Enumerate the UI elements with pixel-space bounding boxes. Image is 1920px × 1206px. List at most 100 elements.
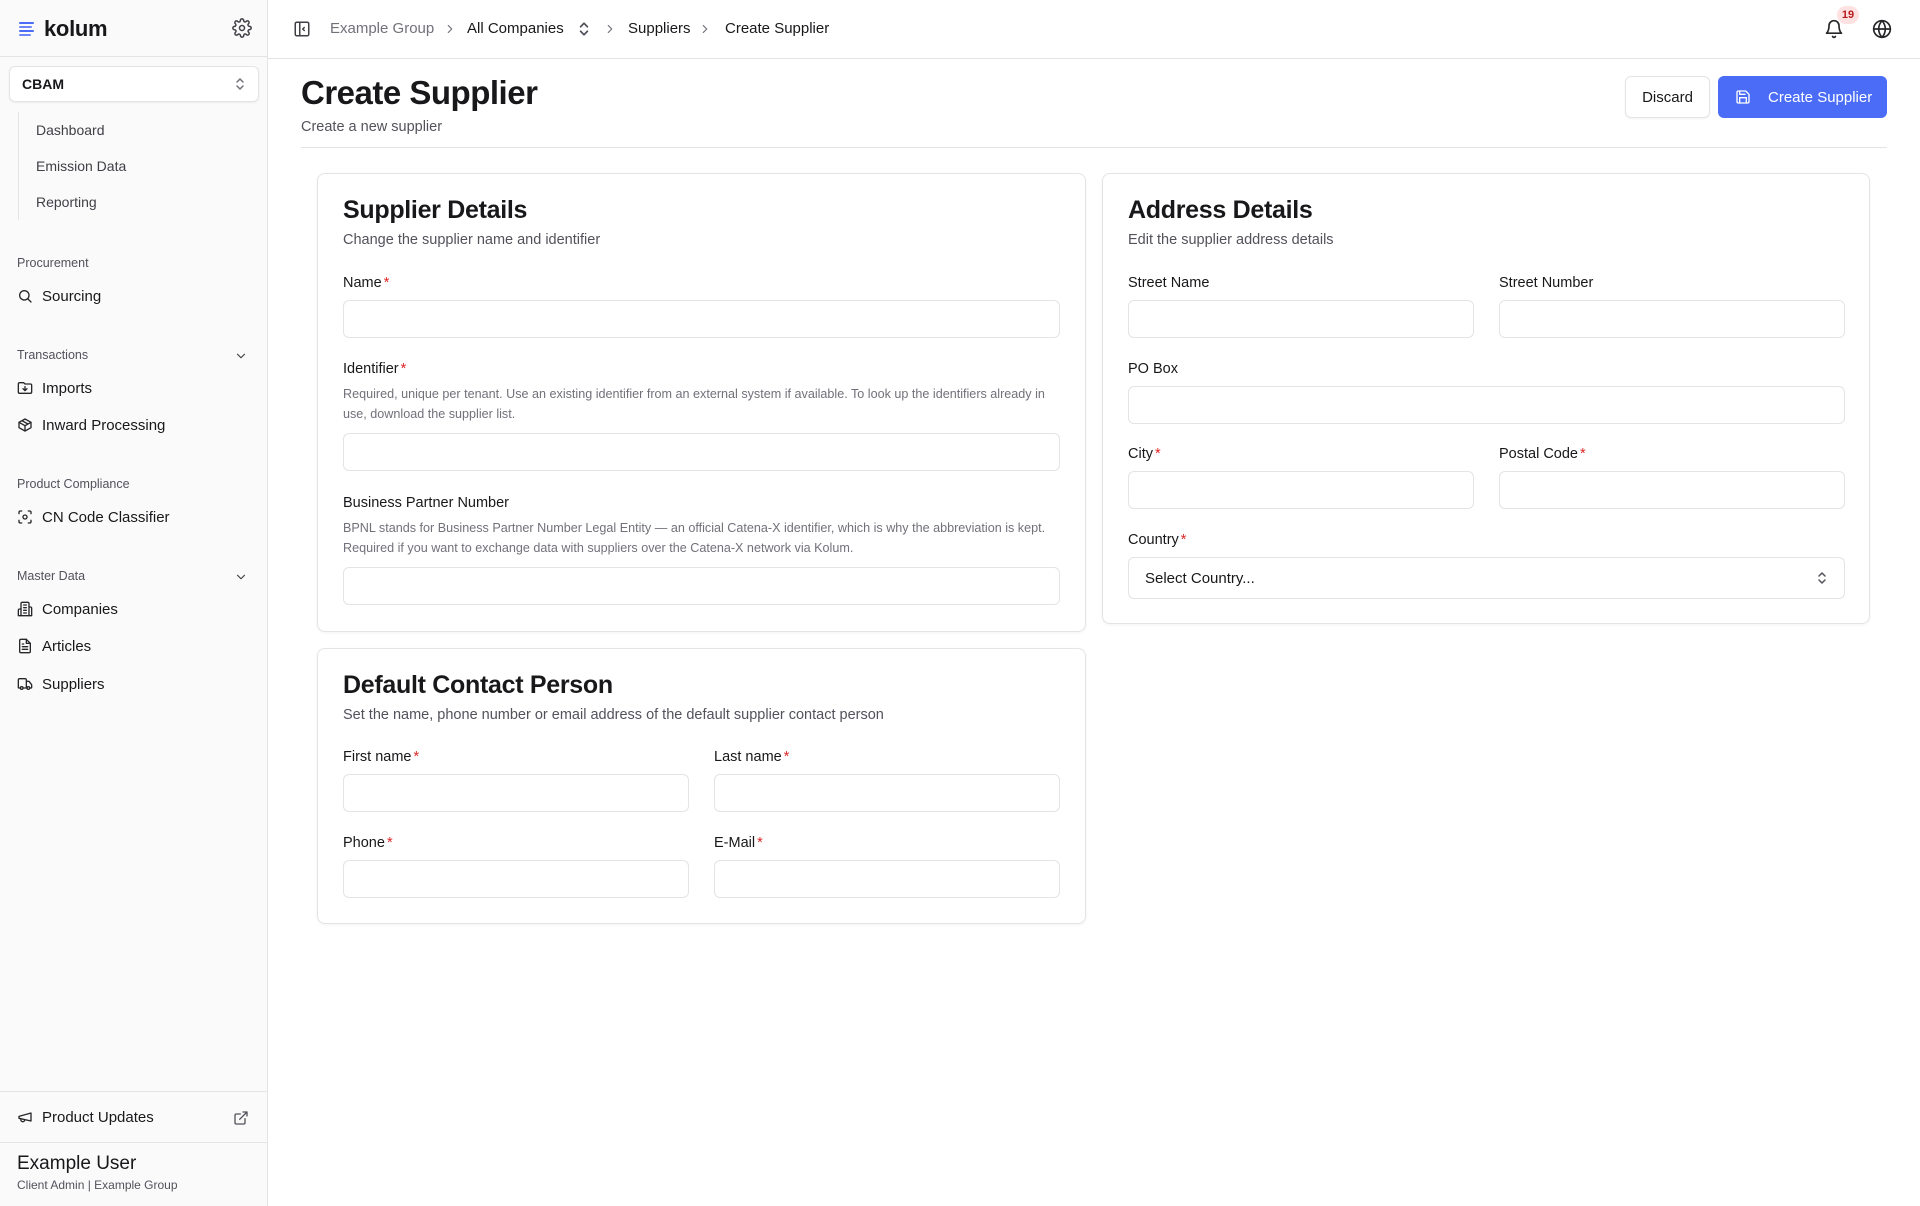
breadcrumb-example-group[interactable]: Example Group — [330, 20, 434, 38]
sidebar-item-imports[interactable]: Imports — [17, 374, 251, 402]
discard-button[interactable]: Discard — [1625, 76, 1710, 118]
sidebar-item-inward-processing[interactable]: Inward Processing — [17, 411, 251, 439]
required-asterisk: * — [1180, 532, 1187, 548]
sidebar-item-companies[interactable]: Companies — [17, 595, 251, 623]
external-link-icon[interactable] — [233, 1110, 249, 1126]
street-number-input[interactable] — [1499, 300, 1845, 338]
required-asterisk: * — [386, 835, 393, 851]
sidebar-item-product-updates[interactable]: Product Updates — [17, 1103, 251, 1131]
breadcrumb-suppliers[interactable]: Suppliers — [628, 20, 691, 38]
chevrons-up-down-icon[interactable] — [577, 21, 591, 37]
label-text: First name — [343, 749, 412, 765]
sidebar: kolum CBAM Dashboard Emission Data Repor… — [0, 0, 268, 1206]
gear-icon[interactable] — [232, 18, 252, 38]
country-select-value: Select Country... — [1145, 569, 1255, 587]
save-icon — [1736, 90, 1750, 104]
folder-import-icon — [17, 382, 33, 394]
po-box-input[interactable] — [1128, 386, 1845, 424]
globe-icon[interactable] — [1872, 19, 1892, 39]
card-title: Supplier Details — [343, 196, 528, 224]
page-subtitle: Create a new supplier — [301, 119, 443, 135]
subnav-item-emission-data[interactable]: Emission Data — [19, 148, 126, 184]
name-input[interactable] — [343, 300, 1060, 338]
street-name-input[interactable] — [1128, 300, 1474, 338]
scan-icon — [18, 510, 32, 524]
card-subtitle: Set the name, phone number or email addr… — [343, 707, 884, 723]
subnav-item-reporting[interactable]: Reporting — [19, 184, 126, 220]
country-select[interactable]: Select Country... — [1128, 557, 1845, 599]
supplier-details-card: Supplier Details Change the supplier nam… — [317, 173, 1086, 632]
last-name-input[interactable] — [714, 774, 1060, 812]
sidebar-item-label: CN Code Classifier — [42, 508, 170, 526]
required-asterisk: * — [1154, 446, 1161, 462]
postal-code-input[interactable] — [1499, 471, 1845, 509]
phone-label: Phone * — [343, 835, 393, 851]
breadcrumb-current-page: Create Supplier — [725, 20, 830, 37]
chevron-down-icon[interactable] — [234, 349, 248, 363]
email-label: E-Mail * — [714, 835, 763, 851]
required-asterisk: * — [1580, 446, 1586, 462]
brand-name: kolum — [44, 16, 108, 41]
file-text-icon — [19, 638, 31, 654]
bpn-label: Business Partner Number — [343, 495, 510, 511]
notification-badge: 19 — [1837, 6, 1859, 24]
sidebar-item-suppliers[interactable]: Suppliers — [17, 670, 251, 698]
group-label-transactions: Transactions — [17, 348, 89, 362]
identifier-help-text: Required, unique per tenant. Use an exis… — [343, 387, 1045, 421]
sidebar-toggle-icon[interactable] — [293, 20, 311, 38]
create-supplier-button[interactable]: Create Supplier — [1718, 76, 1887, 118]
chevron-down-icon[interactable] — [234, 570, 248, 584]
address-details-card: Address Details Edit the supplier addres… — [1102, 173, 1870, 624]
label-text: Phone — [343, 835, 385, 851]
last-name-label: Last name * — [714, 749, 789, 765]
city-label: City * — [1128, 446, 1161, 462]
group-label-master-data: Master Data — [17, 569, 86, 583]
chevron-right-icon — [702, 24, 708, 34]
group-label-procurement: Procurement — [17, 256, 89, 270]
brand-logo[interactable]: kolum — [18, 14, 108, 44]
create-supplier-label: Create Supplier — [1768, 88, 1873, 106]
header-divider — [301, 147, 1887, 148]
sidebar-item-cn-code-classifier[interactable]: CN Code Classifier — [17, 503, 251, 531]
chevron-right-icon — [607, 24, 613, 34]
city-input[interactable] — [1128, 471, 1474, 509]
page-title: Create Supplier — [301, 74, 538, 111]
label-text: Country — [1128, 532, 1179, 548]
label-text: City — [1128, 446, 1153, 462]
identifier-input[interactable] — [343, 433, 1060, 471]
required-asterisk: * — [757, 835, 763, 851]
required-asterisk: * — [383, 275, 390, 291]
group-label-product-compliance: Product Compliance — [17, 477, 130, 491]
card-title: Default Contact Person — [343, 671, 613, 699]
phone-input[interactable] — [343, 860, 689, 898]
sidebar-item-label: Articles — [42, 637, 92, 655]
postal-code-label: Postal Code * — [1499, 446, 1586, 462]
sidebar-item-label: Imports — [42, 379, 93, 397]
card-subtitle: Edit the supplier address details — [1128, 232, 1334, 248]
email-input[interactable] — [714, 860, 1060, 898]
sidebar-divider — [0, 1142, 267, 1143]
truck-icon — [17, 678, 33, 690]
label-text: E-Mail — [714, 835, 756, 851]
subnav-item-dashboard[interactable]: Dashboard — [19, 112, 126, 148]
breadcrumb-all-companies[interactable]: All Companies — [467, 20, 564, 38]
country-label: Country * — [1128, 532, 1186, 548]
po-box-label: PO Box — [1128, 361, 1178, 377]
module-switcher[interactable]: CBAM — [9, 66, 259, 102]
sidebar-item-label: Inward Processing — [42, 416, 166, 434]
sidebar-divider — [0, 1091, 267, 1092]
card-title: Address Details — [1128, 196, 1313, 224]
building-icon — [17, 601, 33, 617]
first-name-input[interactable] — [343, 774, 689, 812]
sidebar-item-articles[interactable]: Articles — [17, 632, 251, 660]
sidebar-divider — [0, 56, 267, 57]
topbar: Example Group All Companies Suppliers Cr… — [268, 0, 1920, 59]
user-name[interactable]: Example User — [17, 1153, 136, 1175]
label-text: Name — [343, 275, 382, 291]
module-subnav: Dashboard Emission Data Reporting — [18, 112, 126, 220]
sidebar-item-label: Companies — [42, 600, 118, 618]
sidebar-item-sourcing[interactable]: Sourcing — [17, 282, 251, 310]
chevrons-up-down-icon — [1818, 572, 1826, 584]
module-label: CBAM — [22, 76, 64, 92]
bpn-input[interactable] — [343, 567, 1060, 605]
